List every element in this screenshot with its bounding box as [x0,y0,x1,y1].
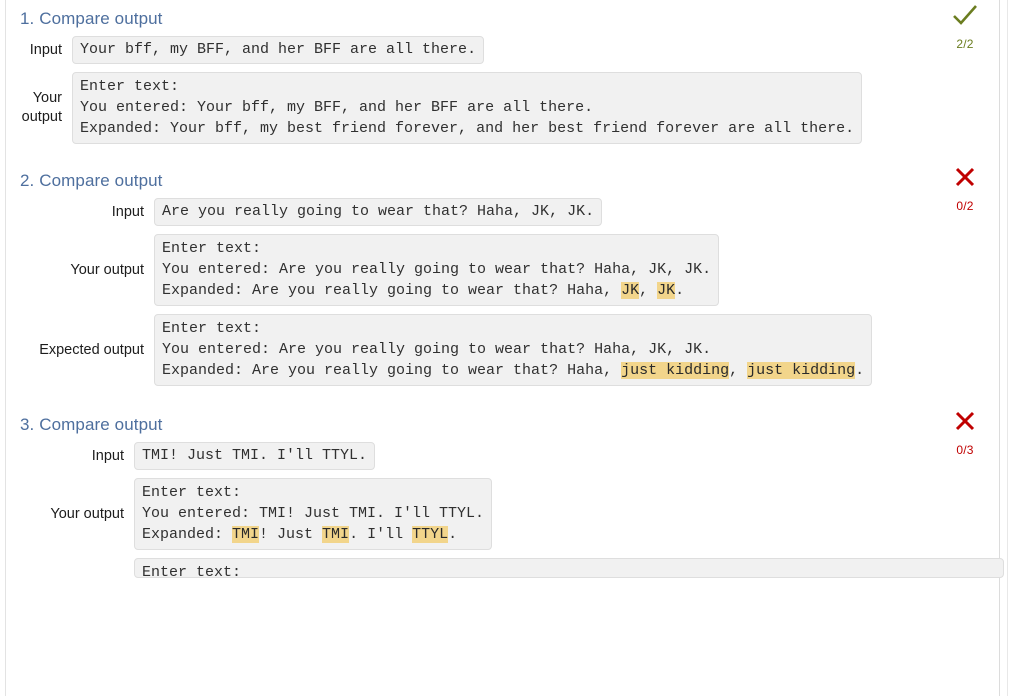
line3-mid: , [639,282,658,299]
expected-output-label-2: Expected output [39,341,144,358]
line3-suffix: . [448,526,458,543]
your-output-row-2: Your output Enter text: You entered: Are… [6,234,999,306]
scrollbar-track[interactable] [1007,0,1008,696]
output-line-2: You entered: Are you really going to wea… [162,341,712,358]
output-line-3: Expanded: Are you really going to wear t… [162,282,684,299]
score-3: 0/3 [956,443,974,457]
compare-output-section-1: 1. Compare output 2/2 Input Your bff, my… [6,2,999,144]
your-output-label-2: Your output [70,261,144,278]
line3-mid-2: . I'll [349,526,413,543]
input-label-1: Input [29,41,62,58]
input-value-3: TMI! Just TMI. I'll TTYL. [134,442,376,470]
line3-suffix: . [855,362,865,379]
output-line-3: Expanded: TMI! Just TMI. I'll TTYL. [142,526,457,543]
results-content: 1. Compare output 2/2 Input Your bff, my… [6,0,1004,696]
input-value-2: Are you really going to wear that? Haha,… [154,198,603,226]
section-title-3: 3. Compare output [20,415,163,434]
line3-prefix: Expanded: [142,526,233,543]
output-line-3: Expanded: Your bff, my best friend forev… [80,120,855,137]
highlight-1: TMI [232,526,260,543]
right-divider [999,0,1000,696]
input-label-2: Input [111,203,144,220]
expected-output-row-2: Expected output Enter text: You entered:… [6,314,999,386]
output-line-1: Enter text: [162,240,262,257]
expected-output-value-2: Enter text: You entered: Are you really … [154,314,873,386]
cross-icon [942,408,988,438]
expected-output-row-3: Enter text: [6,558,1004,578]
check-icon [942,2,988,32]
compare-output-section-2: 2. Compare output 0/2 Input Are you real… [6,164,999,386]
score-2: 0/2 [956,199,974,213]
output-line-1: Enter text: [142,564,242,578]
your-output-value-1: Enter text: You entered: Your bff, my BF… [72,72,863,144]
line3-mid-1: ! Just [259,526,323,543]
output-line-2: You entered: Your bff, my BFF, and her B… [80,99,594,116]
highlight-2: JK [657,282,676,299]
your-output-label-3: Your output [50,505,124,522]
highlight-3: TTYL [412,526,449,543]
output-line-1: Enter text: [142,484,242,501]
line3-mid: , [729,362,748,379]
status-3: 0/3 [942,408,988,457]
section-header-2: 2. Compare output 0/2 [6,164,999,213]
highlight-2: TMI [322,526,350,543]
output-line-1: Enter text: [162,320,262,337]
section-header-1: 1. Compare output 2/2 [6,2,999,51]
status-2: 0/2 [942,164,988,213]
input-label-3: Input [91,447,124,464]
highlight-1: JK [621,282,640,299]
input-row-3: Input TMI! Just TMI. I'll TTYL. [6,442,999,470]
output-line-2: You entered: Are you really going to wea… [162,261,712,278]
line3-prefix: Expanded: Are you really going to wear t… [162,282,622,299]
input-row-2: Input Are you really going to wear that?… [6,198,999,226]
results-page: 1. Compare output 2/2 Input Your bff, my… [0,0,1024,696]
section-header-3: 3. Compare output 0/3 [6,408,999,457]
your-output-value-2: Enter text: You entered: Are you really … [154,234,720,306]
highlight-2: just kidding [747,362,856,379]
compare-output-section-3: 3. Compare output 0/3 Input TMI! Just TM… [6,408,1004,578]
line3-suffix: . [675,282,685,299]
output-line-3: Expanded: Are you really going to wear t… [162,362,864,379]
highlight-1: just kidding [621,362,730,379]
output-line-2: You entered: TMI! Just TMI. I'll TTYL. [142,505,485,522]
status-1: 2/2 [942,2,988,51]
section-title-2: 2. Compare output [20,171,163,190]
line3-prefix: Expanded: Are you really going to wear t… [162,362,622,379]
input-row-1: Input Your bff, my BFF, and her BFF are … [6,36,999,64]
your-output-row-1: Your output Enter text: You entered: You… [6,72,999,144]
cross-icon [942,164,988,194]
your-output-row-3: Your output Enter text: You entered: TMI… [6,478,999,550]
score-1: 2/2 [956,37,974,51]
your-output-label-1: Your output [21,90,62,125]
output-line-1: Enter text: [80,78,180,95]
input-value-1: Your bff, my BFF, and her BFF are all th… [72,36,485,64]
section-title-1: 1. Compare output [20,9,163,28]
expected-output-value-3: Enter text: [134,558,1004,578]
your-output-value-3: Enter text: You entered: TMI! Just TMI. … [134,478,493,550]
